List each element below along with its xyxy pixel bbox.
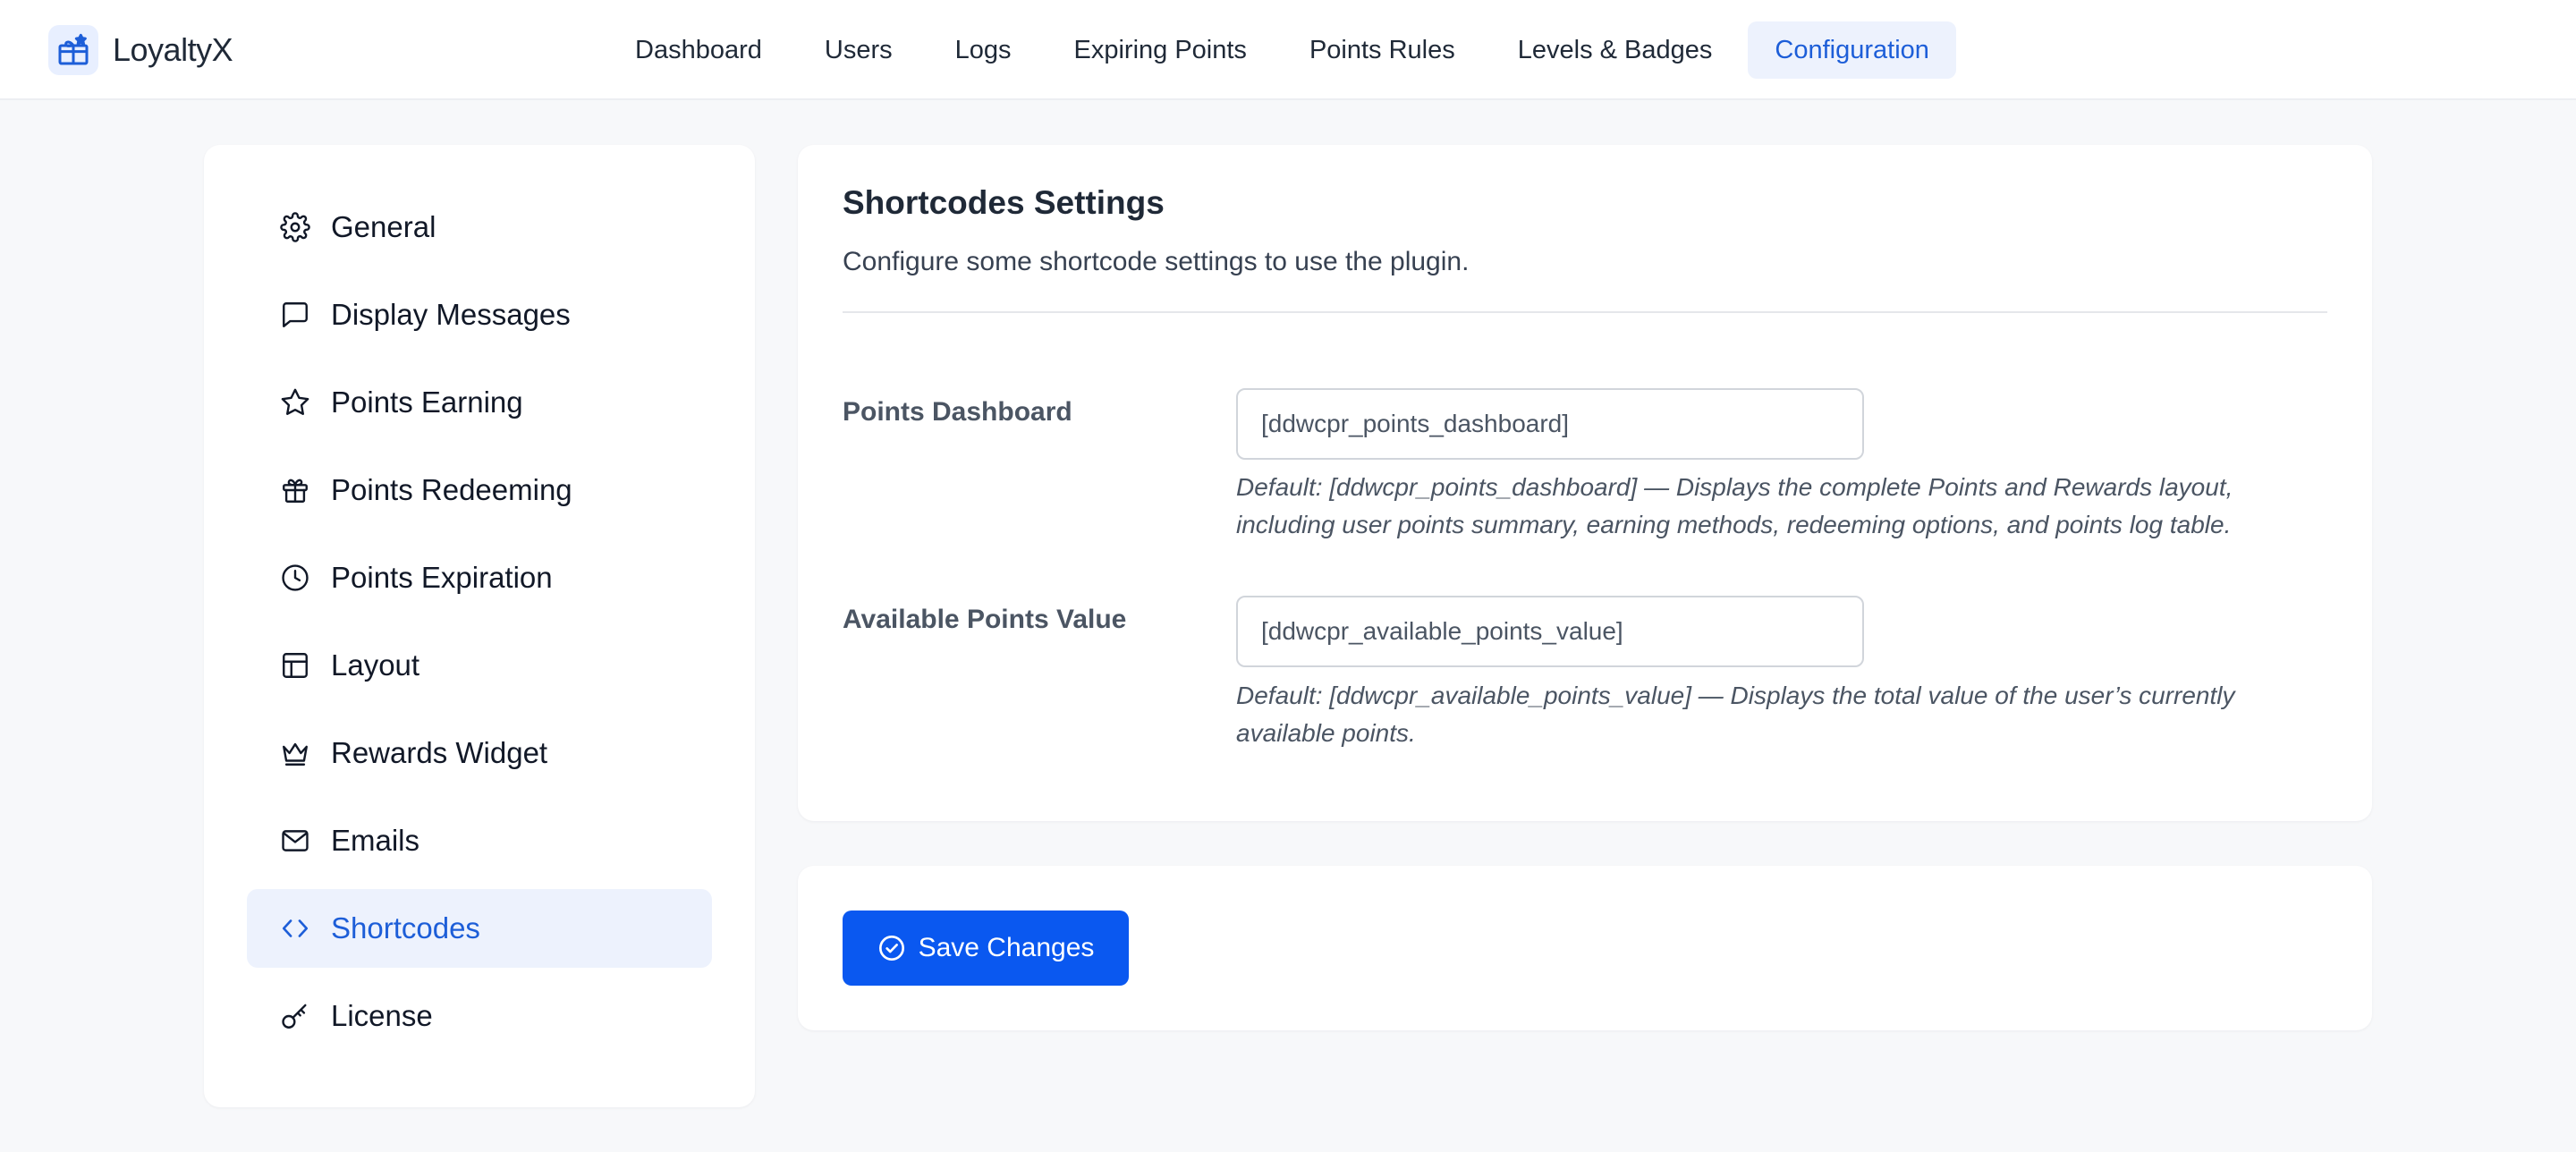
star-icon <box>279 386 311 419</box>
points-dashboard-help: Default: [ddwcpr_points_dashboard] — Dis… <box>1236 469 2309 544</box>
nav-expiring-points[interactable]: Expiring Points <box>1047 21 1274 79</box>
available-points-value-input[interactable] <box>1236 596 1864 667</box>
nav-users[interactable]: Users <box>798 21 919 79</box>
sidebar-item-label: Display Messages <box>331 298 571 331</box>
brand[interactable]: LoyaltyX <box>48 23 233 77</box>
available-points-value-help: Default: [ddwcpr_available_points_value]… <box>1236 677 2309 752</box>
sidebar-item-general[interactable]: General <box>247 188 712 267</box>
settings-sidebar: General Display Messages Points Earning … <box>204 145 755 1107</box>
help-text-line: Default: [ddwcpr_available_points_value]… <box>1236 682 2235 709</box>
key-icon <box>279 1000 311 1032</box>
nav-dashboard[interactable]: Dashboard <box>608 21 789 79</box>
save-button-label: Save Changes <box>918 933 1095 962</box>
divider <box>843 311 2327 313</box>
main-nav: Dashboard Users Logs Expiring Points Poi… <box>608 21 1965 79</box>
clock-icon <box>279 562 311 594</box>
layout-icon <box>279 649 311 682</box>
save-changes-button[interactable]: Save Changes <box>843 911 1129 986</box>
points-dashboard-label: Points Dashboard <box>843 397 1072 427</box>
sidebar-item-shortcodes[interactable]: Shortcodes <box>247 889 712 968</box>
help-text-line: including user points summary, earning m… <box>1236 511 2232 538</box>
gear-icon <box>279 211 311 243</box>
help-text-line: Default: [ddwcpr_points_dashboard] — Dis… <box>1236 473 2233 501</box>
page-description: Configure some shortcode settings to use… <box>843 247 1470 276</box>
sidebar-item-label: Layout <box>331 648 420 682</box>
shortcodes-settings-card: Shortcodes Settings Configure some short… <box>798 145 2372 821</box>
points-dashboard-input[interactable] <box>1236 388 1864 460</box>
sidebar-item-emails[interactable]: Emails <box>247 801 712 880</box>
top-navigation-bar: LoyaltyX Dashboard Users Logs Expiring P… <box>0 0 2576 100</box>
gift-icon <box>48 25 98 75</box>
nav-configuration[interactable]: Configuration <box>1748 21 1956 79</box>
sidebar-item-rewards-widget[interactable]: Rewards Widget <box>247 714 712 792</box>
sidebar-item-label: Shortcodes <box>331 911 480 944</box>
actions-card: Save Changes <box>798 866 2372 1030</box>
app-name: LoyaltyX <box>113 31 233 68</box>
sidebar-item-label: Points Expiration <box>331 561 553 594</box>
help-text-line: available points. <box>1236 719 1416 747</box>
sidebar-item-label: Points Redeeming <box>331 473 572 506</box>
mail-icon <box>279 825 311 857</box>
code-icon <box>279 912 311 944</box>
sidebar-item-points-earning[interactable]: Points Earning <box>247 363 712 442</box>
sidebar-item-label: Points Earning <box>331 385 523 419</box>
nav-levels-badges[interactable]: Levels & Badges <box>1491 21 1740 79</box>
available-points-value-label: Available Points Value <box>843 605 1127 634</box>
sidebar-item-points-redeeming[interactable]: Points Redeeming <box>247 451 712 529</box>
check-circle-icon <box>877 934 906 962</box>
sidebar-item-label: General <box>331 210 436 243</box>
sidebar-item-license[interactable]: License <box>247 977 712 1055</box>
message-icon <box>279 299 311 331</box>
sidebar-item-label: Rewards Widget <box>331 736 548 769</box>
sidebar-item-label: License <box>331 999 433 1032</box>
sidebar-item-points-expiration[interactable]: Points Expiration <box>247 538 712 617</box>
sidebar-item-display-messages[interactable]: Display Messages <box>247 275 712 354</box>
sidebar-item-layout[interactable]: Layout <box>247 626 712 705</box>
nav-logs[interactable]: Logs <box>928 21 1038 79</box>
sidebar-item-label: Emails <box>331 824 420 857</box>
gift-icon <box>279 474 311 506</box>
nav-points-rules[interactable]: Points Rules <box>1283 21 1482 79</box>
crown-icon <box>279 737 311 769</box>
page-title: Shortcodes Settings <box>843 184 1165 221</box>
